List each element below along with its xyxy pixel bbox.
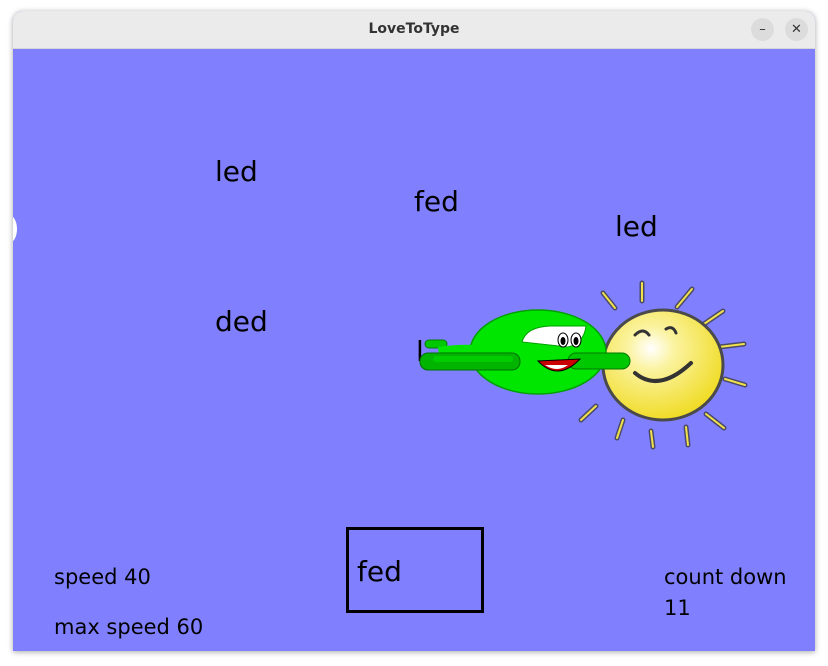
typed-text: fed: [357, 555, 402, 588]
app-window: LoveToType – ✕ led fed led ded l speed 4…: [13, 11, 815, 651]
close-button[interactable]: ✕: [785, 18, 808, 41]
countdown-label: count down: [664, 565, 787, 589]
countdown-value: 11: [664, 596, 691, 620]
typing-input-box[interactable]: fed: [346, 527, 484, 613]
title-bar[interactable]: LoveToType – ✕: [13, 11, 815, 49]
minimize-button[interactable]: –: [751, 18, 774, 41]
window-title: LoveToType: [368, 21, 460, 37]
falling-word: led: [215, 155, 258, 188]
offscreen-object: [13, 215, 17, 243]
falling-word: ded: [215, 305, 268, 338]
airplane-icon: [419, 309, 631, 395]
max-speed-label: max speed 60: [54, 615, 204, 639]
speed-label: speed 40: [54, 565, 151, 589]
falling-word: fed: [414, 185, 459, 218]
game-canvas[interactable]: led fed led ded l speed 40 max speed 60 …: [13, 49, 815, 651]
falling-word: led: [615, 210, 658, 243]
